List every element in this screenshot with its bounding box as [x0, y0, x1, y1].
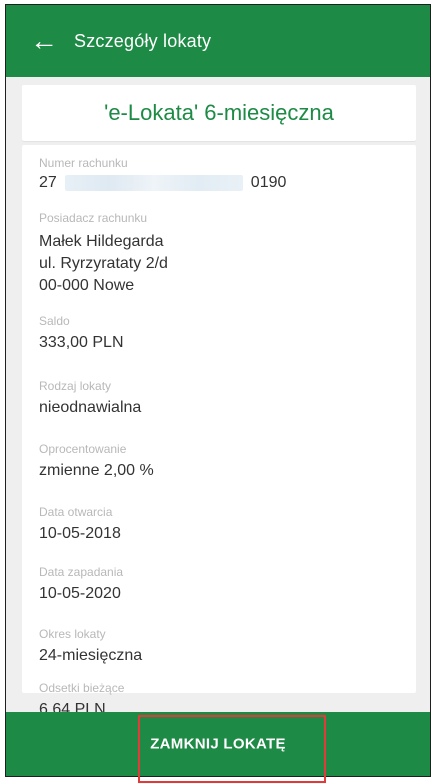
product-card: 'e-Lokata' 6-miesięczna — [22, 85, 416, 141]
account-suffix: 0190 — [250, 174, 287, 191]
bottom-action-bar: ZAMKNIJ LOKATĘ — [6, 712, 430, 776]
label-interest: Oprocentowanie — [39, 442, 127, 456]
app-frame: ← Szczegóły lokaty 'e-Lokata' 6-miesięcz… — [5, 4, 431, 777]
back-button[interactable]: ← — [22, 19, 66, 63]
holder-line-1: Małek Hildegarda — [39, 233, 164, 250]
field-term: Okres lokaty 24-miesięczna — [39, 627, 142, 667]
arrow-left-icon: ← — [30, 25, 58, 56]
field-interest: Oprocentowanie zmienne 2,00 % — [39, 442, 154, 482]
label-term: Okres lokaty — [39, 627, 106, 641]
value-balance: 333,00 PLN — [39, 334, 124, 351]
value-interest: zmienne 2,00 % — [39, 462, 154, 479]
value-account-number: 27 0190 — [39, 172, 286, 194]
field-account-number: Numer rachunku 27 0190 — [39, 156, 286, 194]
account-prefix: 27 — [39, 174, 57, 191]
field-open-date: Data otwarcia 10-05-2018 — [39, 505, 121, 545]
label-open-date: Data otwarcia — [39, 505, 113, 519]
product-name: 'e-Lokata' 6-miesięczna — [104, 100, 334, 125]
label-account-number: Numer rachunku — [39, 156, 128, 170]
masked-account-digits — [64, 175, 243, 191]
close-deposit-button[interactable]: ZAMKNIJ LOKATĘ — [150, 736, 286, 753]
label-account-holder: Posiadacz rachunku — [39, 211, 148, 225]
value-deposit-type: nieodnawialna — [39, 399, 142, 416]
label-balance: Saldo — [39, 314, 70, 328]
value-maturity-date: 10-05-2020 — [39, 585, 121, 602]
field-maturity-date: Data zapadania 10-05-2020 — [39, 565, 123, 605]
label-current-interest: Odsetki bieżące — [39, 681, 125, 695]
field-account-holder: Posiadacz rachunku Małek Hildegarda ul. … — [39, 211, 168, 297]
top-app-bar: ← Szczegóły lokaty — [6, 5, 430, 77]
field-balance: Saldo 333,00 PLN — [39, 314, 124, 354]
label-deposit-type: Rodzaj lokaty — [39, 379, 112, 393]
holder-line-2: ul. Ryrzyrataty 2/d — [39, 255, 168, 272]
field-deposit-type: Rodzaj lokaty nieodnawialna — [39, 379, 141, 419]
screen-title: Szczegóły lokaty — [74, 30, 212, 51]
deposit-details: Numer rachunku 27 0190 Posiadacz rachunk… — [22, 145, 416, 718]
label-maturity-date: Data zapadania — [39, 565, 124, 579]
holder-line-3: 00-000 Nowe — [39, 277, 135, 294]
value-open-date: 10-05-2018 — [39, 525, 121, 542]
value-term: 24-miesięczna — [39, 647, 143, 664]
